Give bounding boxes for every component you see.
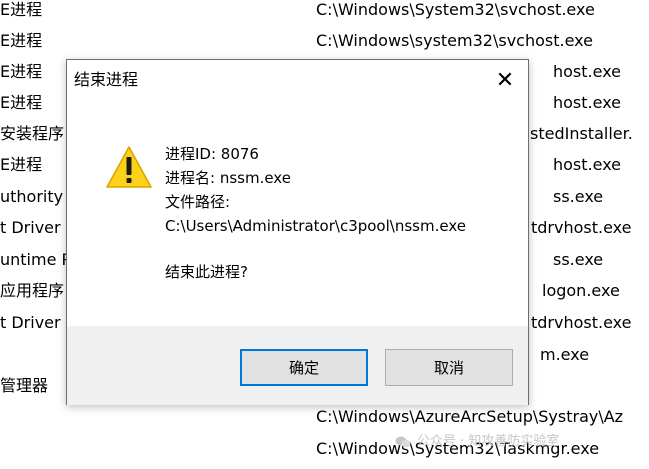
process-path: logon.exe	[542, 281, 620, 300]
dialog-footer: 确定 取消	[67, 326, 528, 405]
process-path: ss.exe	[553, 187, 604, 206]
process-path: ss.exe	[553, 250, 604, 269]
process-path: C:\Windows\system32\svchost.exe	[316, 31, 593, 50]
end-process-dialog: 结束进程 ✕ 进程ID: 8076 进程名: nssm.exe 文件路径: C:…	[66, 59, 529, 405]
process-path: tdrvhost.exe	[531, 218, 632, 237]
ok-button[interactable]: 确定	[240, 349, 368, 386]
process-description: 应用程序	[0, 281, 65, 300]
process-path: host.exe	[553, 93, 622, 112]
process-description: E进程	[0, 155, 43, 174]
process-path: C:\Windows\System32\svchost.exe	[316, 0, 595, 19]
process-description: E进程	[0, 62, 43, 81]
watermark: 公众号 · 知攻善防实验室	[395, 430, 559, 449]
list-item[interactable]: C:\Windows\AzureArcSetup\Systray\Az	[0, 401, 649, 432]
dialog-title: 结束进程	[74, 70, 139, 89]
process-id-text: 进程ID: 8076	[165, 145, 259, 163]
warning-triangle-icon	[106, 146, 152, 188]
wechat-icon	[395, 436, 411, 447]
process-path: tdrvhost.exe	[531, 313, 632, 332]
process-path: host.exe	[553, 62, 622, 81]
process-description: t Driver	[0, 218, 61, 237]
process-description: E进程	[0, 0, 43, 19]
confirm-question: 结束此进程?	[165, 263, 248, 281]
process-path: stedInstaller.	[530, 124, 633, 143]
file-path-value: C:\Users\Administrator\c3pool\nssm.exe	[165, 217, 466, 235]
process-description: E进程	[0, 93, 43, 112]
cancel-button[interactable]: 取消	[385, 349, 513, 386]
dialog-titlebar: 结束进程 ✕	[67, 60, 528, 101]
process-path: host.exe	[553, 155, 622, 174]
close-button[interactable]: ✕	[482, 60, 528, 101]
process-name-text: 进程名: nssm.exe	[165, 169, 291, 187]
file-path-label: 文件路径:	[165, 193, 231, 211]
process-description: 安装程序	[0, 124, 65, 143]
close-icon: ✕	[495, 67, 515, 93]
process-path: m.exe	[540, 345, 590, 364]
process-description: uthority	[0, 187, 64, 206]
process-info: 进程ID: 8076 进程名: nssm.exe 文件路径: C:\Users\…	[165, 142, 466, 238]
process-path: C:\Windows\AzureArcSetup\Systray\Az	[316, 407, 624, 426]
watermark-text: 公众号 · 知攻善防实验室	[417, 434, 560, 449]
process-description: E进程	[0, 31, 43, 50]
process-description: 管理器	[0, 376, 49, 395]
list-item[interactable]: E进程 C:\Windows\system32\svchost.exe	[0, 25, 649, 56]
process-description: untime P	[0, 250, 72, 269]
process-description: t Driver	[0, 313, 61, 332]
list-item[interactable]: E进程 C:\Windows\System32\svchost.exe	[0, 0, 649, 25]
